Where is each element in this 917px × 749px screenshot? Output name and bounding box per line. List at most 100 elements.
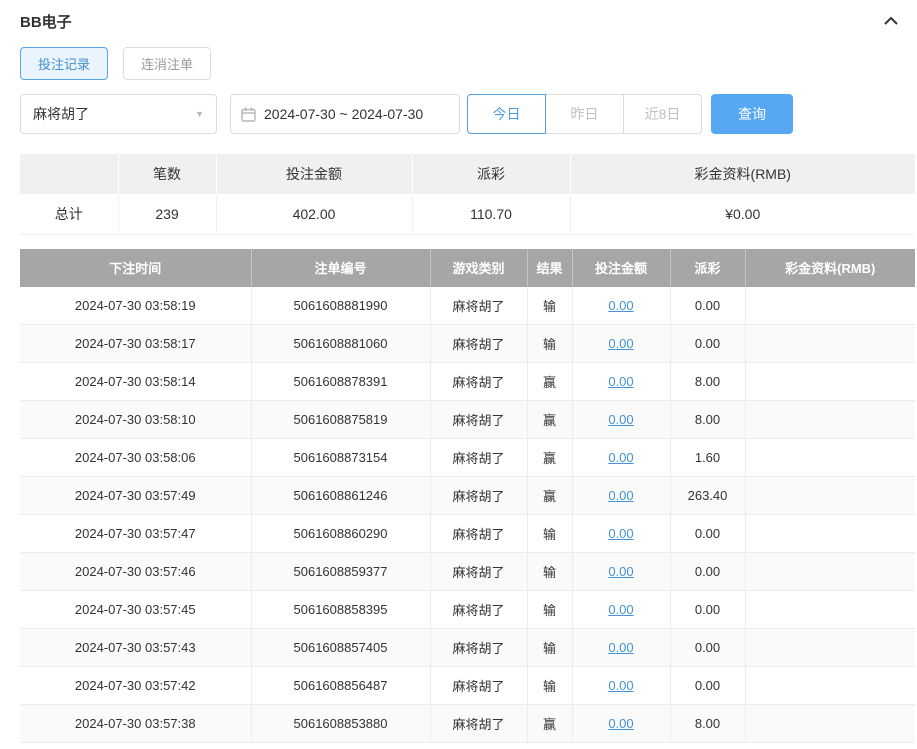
bet-amount-link[interactable]: 0.00 bbox=[608, 298, 633, 313]
bet-amount-link[interactable]: 0.00 bbox=[608, 640, 633, 655]
bet-amount-cell: 0.00 bbox=[572, 324, 671, 363]
header-game-type: 游戏类别 bbox=[430, 248, 528, 287]
order-id-cell: 5061608857405 bbox=[251, 628, 431, 667]
table-row: 2024-07-30 03:57:42 5061608856487 麻将胡了 输… bbox=[20, 666, 915, 705]
summary-header-bonus: 彩金资料(RMB) bbox=[570, 154, 915, 194]
table-row: 2024-07-30 03:57:43 5061608857405 麻将胡了 输… bbox=[20, 628, 915, 667]
order-id-cell: 5061608861246 bbox=[251, 476, 431, 515]
header-result: 结果 bbox=[527, 248, 573, 287]
last-8-days-button[interactable]: 近8日 bbox=[623, 94, 702, 134]
bonus-cell bbox=[745, 552, 915, 591]
order-id-cell: 5061608873154 bbox=[251, 438, 431, 477]
collapse-button[interactable] bbox=[881, 11, 901, 31]
bet-amount-cell: 0.00 bbox=[572, 552, 671, 591]
yesterday-button[interactable]: 昨日 bbox=[545, 94, 624, 134]
bet-records-table: 下注时间 注单编号 游戏类别 结果 投注金额 派彩 彩金资料(RMB) 2024… bbox=[20, 248, 915, 743]
payout-cell: 0.00 bbox=[670, 552, 746, 591]
panel-header: BB电子 bbox=[20, 0, 915, 32]
bonus-cell bbox=[745, 400, 915, 439]
payout-cell: 8.00 bbox=[670, 362, 746, 401]
bet-time-cell: 2024-07-30 03:57:45 bbox=[20, 590, 252, 629]
bet-amount-link[interactable]: 0.00 bbox=[608, 716, 633, 731]
order-id-cell: 5061608853880 bbox=[251, 704, 431, 743]
bet-time-cell: 2024-07-30 03:57:43 bbox=[20, 628, 252, 667]
summary-table: 笔数 投注金额 派彩 彩金资料(RMB) 总计 239 402.00 110.7… bbox=[20, 154, 915, 235]
table-row: 2024-07-30 03:58:14 5061608878391 麻将胡了 赢… bbox=[20, 362, 915, 401]
quick-date-button-group: 今日 昨日 近8日 bbox=[467, 94, 702, 134]
order-id-cell: 5061608859377 bbox=[251, 552, 431, 591]
bet-time-cell: 2024-07-30 03:58:17 bbox=[20, 324, 252, 363]
order-id-cell: 5061608860290 bbox=[251, 514, 431, 553]
bet-amount-cell: 0.00 bbox=[572, 476, 671, 515]
result-cell: 输 bbox=[527, 514, 573, 553]
bonus-cell bbox=[745, 628, 915, 667]
payout-cell: 0.00 bbox=[670, 324, 746, 363]
summary-total-payout: 110.70 bbox=[412, 194, 571, 235]
bet-time-cell: 2024-07-30 03:57:49 bbox=[20, 476, 252, 515]
bonus-cell bbox=[745, 704, 915, 743]
filter-bar: 麻将胡了 ▼ 2024-07-30 ~ 2024-07-30 今日 昨日 近8日… bbox=[20, 94, 915, 134]
bet-amount-cell: 0.00 bbox=[572, 286, 671, 325]
bet-amount-cell: 0.00 bbox=[572, 666, 671, 705]
game-type-cell: 麻将胡了 bbox=[430, 324, 528, 363]
table-row: 2024-07-30 03:58:17 5061608881060 麻将胡了 输… bbox=[20, 324, 915, 363]
bet-amount-cell: 0.00 bbox=[572, 704, 671, 743]
payout-cell: 8.00 bbox=[670, 704, 746, 743]
bet-amount-link[interactable]: 0.00 bbox=[608, 412, 633, 427]
summary-total-label: 总计 bbox=[20, 194, 119, 235]
game-type-cell: 麻将胡了 bbox=[430, 704, 528, 743]
summary-header-payout: 派彩 bbox=[412, 154, 571, 194]
table-row: 2024-07-30 03:58:10 5061608875819 麻将胡了 赢… bbox=[20, 400, 915, 439]
header-payout: 派彩 bbox=[670, 248, 746, 287]
result-cell: 输 bbox=[527, 324, 573, 363]
bet-time-cell: 2024-07-30 03:58:06 bbox=[20, 438, 252, 477]
order-id-cell: 5061608881990 bbox=[251, 286, 431, 325]
bet-time-cell: 2024-07-30 03:58:10 bbox=[20, 400, 252, 439]
bet-amount-link[interactable]: 0.00 bbox=[608, 678, 633, 693]
bet-amount-link[interactable]: 0.00 bbox=[608, 602, 633, 617]
bet-amount-cell: 0.00 bbox=[572, 628, 671, 667]
bet-amount-link[interactable]: 0.00 bbox=[608, 336, 633, 351]
bet-amount-link[interactable]: 0.00 bbox=[608, 526, 633, 541]
payout-cell: 0.00 bbox=[670, 286, 746, 325]
bet-amount-link[interactable]: 0.00 bbox=[608, 488, 633, 503]
bet-amount-link[interactable]: 0.00 bbox=[608, 374, 633, 389]
bet-amount-cell: 0.00 bbox=[572, 590, 671, 629]
table-row: 2024-07-30 03:58:06 5061608873154 麻将胡了 赢… bbox=[20, 438, 915, 477]
result-cell: 赢 bbox=[527, 476, 573, 515]
summary-header-blank bbox=[20, 154, 119, 194]
bet-time-cell: 2024-07-30 03:57:46 bbox=[20, 552, 252, 591]
bonus-cell bbox=[745, 666, 915, 705]
bet-amount-link[interactable]: 0.00 bbox=[608, 450, 633, 465]
bonus-cell bbox=[745, 362, 915, 401]
game-type-cell: 麻将胡了 bbox=[430, 666, 528, 705]
result-cell: 赢 bbox=[527, 400, 573, 439]
tab-bet-records[interactable]: 投注记录 bbox=[20, 47, 109, 80]
payout-cell: 0.00 bbox=[670, 666, 746, 705]
header-order-id: 注单编号 bbox=[251, 248, 431, 287]
table-row: 2024-07-30 03:57:49 5061608861246 麻将胡了 赢… bbox=[20, 476, 915, 515]
chevron-down-icon: ▼ bbox=[195, 109, 204, 119]
header-bet-amount: 投注金额 bbox=[572, 248, 671, 287]
game-select[interactable]: 麻将胡了 ▼ bbox=[20, 94, 217, 134]
bet-time-cell: 2024-07-30 03:57:42 bbox=[20, 666, 252, 705]
table-row: 2024-07-30 03:57:47 5061608860290 麻将胡了 输… bbox=[20, 514, 915, 553]
today-button[interactable]: 今日 bbox=[467, 94, 546, 134]
result-cell: 输 bbox=[527, 590, 573, 629]
payout-cell: 8.00 bbox=[670, 400, 746, 439]
search-button[interactable]: 查询 bbox=[711, 94, 793, 134]
table-row: 2024-07-30 03:57:38 5061608853880 麻将胡了 赢… bbox=[20, 704, 915, 743]
date-range-picker[interactable]: 2024-07-30 ~ 2024-07-30 bbox=[230, 94, 460, 134]
order-id-cell: 5061608856487 bbox=[251, 666, 431, 705]
bet-amount-cell: 0.00 bbox=[572, 438, 671, 477]
bonus-cell bbox=[745, 286, 915, 325]
bet-amount-cell: 0.00 bbox=[572, 514, 671, 553]
game-type-cell: 麻将胡了 bbox=[430, 628, 528, 667]
bet-table-body: 2024-07-30 03:58:19 5061608881990 麻将胡了 输… bbox=[20, 286, 915, 743]
result-cell: 输 bbox=[527, 552, 573, 591]
table-row: 2024-07-30 03:57:46 5061608859377 麻将胡了 输… bbox=[20, 552, 915, 591]
game-type-cell: 麻将胡了 bbox=[430, 438, 528, 477]
tab-cancelled-orders[interactable]: 连消注单 bbox=[123, 47, 212, 80]
bet-amount-link[interactable]: 0.00 bbox=[608, 564, 633, 579]
bet-time-cell: 2024-07-30 03:57:38 bbox=[20, 704, 252, 743]
